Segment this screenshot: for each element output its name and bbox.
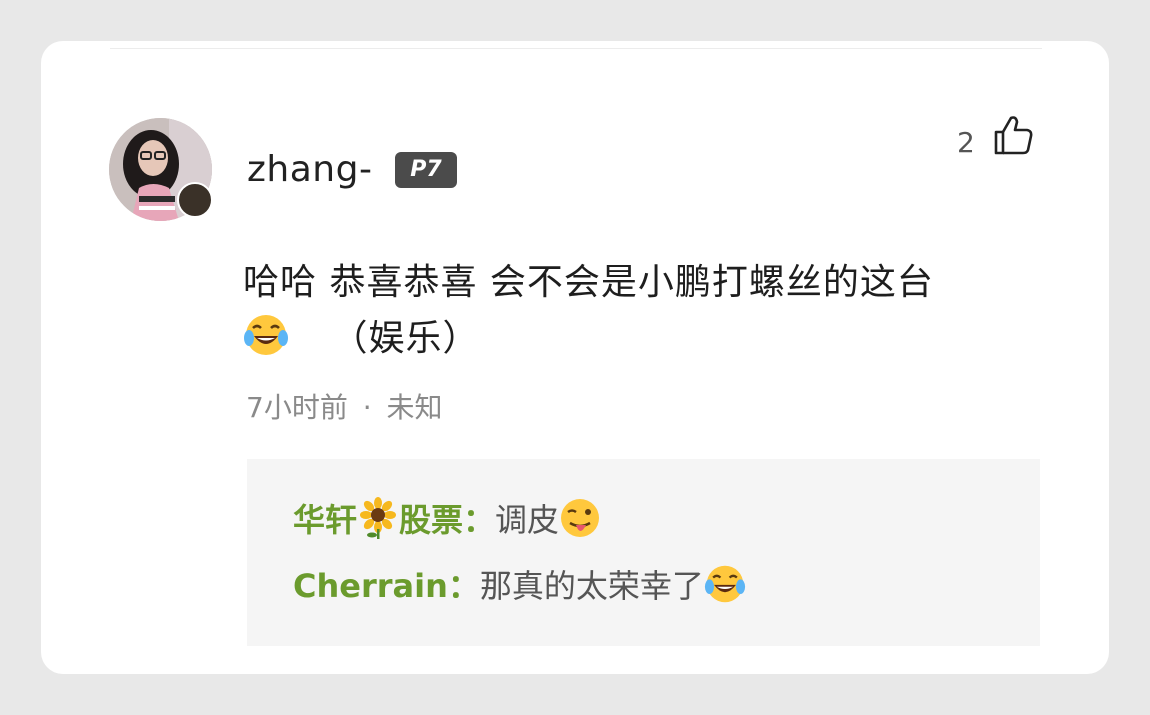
comment-time: 7小时前 [246, 391, 348, 424]
reply-author-name: Cherrain [293, 567, 448, 605]
reply-colon: ： [463, 501, 496, 539]
replies-panel[interactable]: 华轩 股票：调皮 Cherrain：那真的太荣幸了 [247, 459, 1040, 646]
comment-text-line1: 哈哈 恭喜恭喜 会不会是小鹏打螺丝的这台 [243, 262, 934, 303]
thumbs-up-icon[interactable] [991, 113, 1035, 157]
winking-tongue-emoji-icon [561, 499, 600, 537]
comment-text-line2-label: （娱乐） [331, 318, 480, 359]
reply-author[interactable]: 华轩 股票： [293, 497, 496, 539]
reply-item[interactable]: Cherrain：那真的太荣幸了 [293, 563, 746, 609]
reply-author-part2: 股票 [399, 501, 464, 539]
comment-card: zhang- P7 2 哈哈 恭喜恭喜 会不会是小鹏打螺丝的这台 （娱乐） 7小… [41, 41, 1109, 674]
reply-colon: ： [447, 567, 480, 605]
comment-body: 哈哈 恭喜恭喜 会不会是小鹏打螺丝的这台 （娱乐） [243, 255, 1043, 367]
username[interactable]: zhang- [247, 145, 372, 195]
comment-meta: 7小时前 · 未知 [246, 388, 443, 428]
level-badge: P7 [395, 152, 457, 188]
reply-author-part1: 华轩 [293, 501, 358, 539]
like-count: 2 [957, 126, 975, 159]
reply-text: 调皮 [495, 501, 560, 539]
reply-text: 那真的太荣幸了 [479, 567, 704, 605]
avatar-badge-icon [177, 182, 213, 218]
tears-of-joy-emoji-icon [244, 315, 288, 355]
meta-separator: · [362, 391, 372, 424]
reply-item[interactable]: 华轩 股票：调皮 [293, 497, 601, 543]
comment-location: 未知 [386, 391, 443, 424]
tears-of-joy-emoji-icon [704, 565, 745, 603]
comment-text-line2: （娱乐） [243, 311, 1043, 367]
sunflower-emoji-icon [360, 497, 397, 539]
top-divider [110, 48, 1042, 49]
reply-author[interactable]: Cherrain： [293, 567, 480, 605]
